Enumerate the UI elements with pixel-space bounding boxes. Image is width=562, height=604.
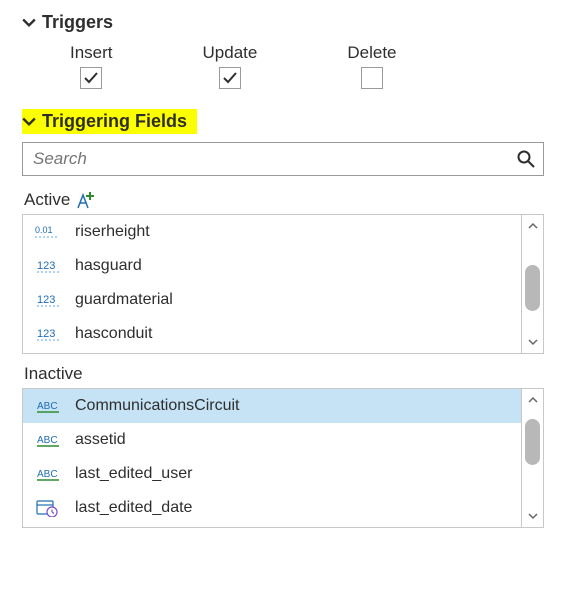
field-name: CommunicationsCircuit [75, 397, 240, 415]
text-type-icon: ABC [35, 431, 63, 449]
triggering-fields-section-header[interactable]: Triggering Fields [22, 109, 197, 134]
scroll-up-icon[interactable] [522, 389, 543, 411]
field-name: hasguard [75, 257, 142, 275]
search-icon[interactable] [516, 149, 536, 169]
text-type-icon: ABC [35, 397, 63, 415]
svg-text:ABC: ABC [37, 401, 58, 412]
list-item[interactable]: ABC CommunicationsCircuit [23, 389, 521, 423]
add-field-icon[interactable] [76, 190, 96, 210]
list-item[interactable]: 123 hasguard [23, 249, 521, 283]
field-name: last_edited_user [75, 465, 192, 483]
active-fields-list: 0.01 riserheight 123 hasguard 123 guardm… [22, 214, 544, 354]
field-name: riserheight [75, 223, 150, 241]
triggers-title: Triggers [42, 12, 113, 33]
trigger-options: Insert Update Delete [22, 35, 544, 109]
chevron-down-icon [22, 16, 36, 30]
list-item[interactable]: ABC last_edited_user [23, 457, 521, 491]
integer-type-icon: 123 [35, 325, 63, 343]
delete-label: Delete [347, 43, 396, 63]
chevron-down-icon [22, 115, 36, 129]
svg-text:123: 123 [37, 294, 55, 306]
triggers-section-header[interactable]: Triggers [22, 10, 119, 35]
inactive-label: Inactive [24, 364, 83, 384]
field-name: last_edited_date [75, 499, 192, 517]
scroll-down-icon[interactable] [522, 331, 543, 353]
date-type-icon [35, 499, 63, 517]
scroll-up-icon[interactable] [522, 215, 543, 237]
svg-text:123: 123 [37, 328, 55, 340]
list-item[interactable]: ABC assetid [23, 423, 521, 457]
text-type-icon: ABC [35, 465, 63, 483]
integer-type-icon: 123 [35, 257, 63, 275]
svg-text:ABC: ABC [37, 469, 58, 480]
list-item[interactable]: 123 hasconduit [23, 317, 521, 351]
svg-text:123: 123 [37, 260, 55, 272]
insert-label: Insert [70, 43, 113, 63]
integer-type-icon: 123 [35, 291, 63, 309]
active-scrollbar[interactable] [521, 215, 543, 353]
delete-checkbox[interactable] [361, 67, 383, 89]
field-name: assetid [75, 431, 126, 449]
list-item[interactable]: 123 guardmaterial [23, 283, 521, 317]
field-name: hasconduit [75, 325, 152, 343]
triggering-fields-title: Triggering Fields [42, 111, 187, 132]
active-label: Active [24, 190, 70, 210]
update-checkbox[interactable] [219, 67, 241, 89]
field-name: guardmaterial [75, 291, 173, 309]
update-label: Update [203, 43, 258, 63]
inactive-fields-list: ABC CommunicationsCircuit ABC assetid AB… [22, 388, 544, 528]
search-input[interactable] [22, 142, 544, 176]
decimal-type-icon: 0.01 [35, 223, 63, 241]
list-item[interactable]: 0.01 riserheight [23, 215, 521, 249]
list-item[interactable]: last_edited_date [23, 491, 521, 525]
inactive-scrollbar[interactable] [521, 389, 543, 527]
scroll-thumb[interactable] [525, 419, 540, 465]
insert-checkbox[interactable] [80, 67, 102, 89]
svg-text:0.01: 0.01 [35, 225, 53, 235]
scroll-down-icon[interactable] [522, 505, 543, 527]
svg-text:ABC: ABC [37, 435, 58, 446]
scroll-thumb[interactable] [525, 265, 540, 311]
